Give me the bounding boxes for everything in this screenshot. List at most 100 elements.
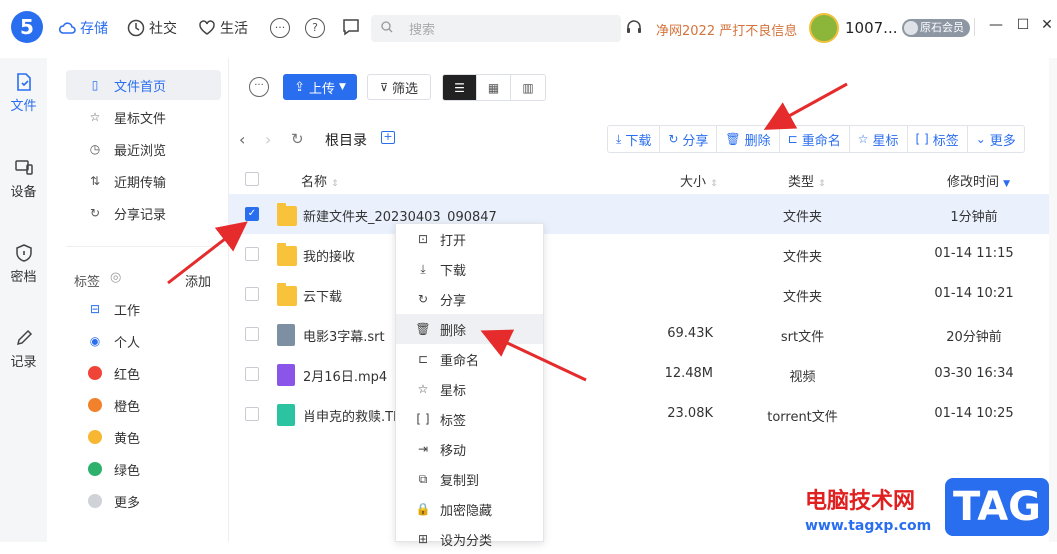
row-checkbox[interactable] bbox=[245, 247, 259, 261]
row-name[interactable]: 肖申克的救赎.Th bbox=[303, 406, 401, 425]
watermark-text: 电脑技术网 bbox=[805, 489, 916, 514]
menu-item-tag[interactable]: [ ] 标签 bbox=[396, 404, 543, 434]
more-options-icon[interactable]: ··· bbox=[249, 77, 269, 97]
sidebar-item-share[interactable]: ↻ 分享记录 bbox=[66, 198, 221, 228]
row-name[interactable]: 云下载 bbox=[303, 286, 342, 305]
action-label: 更多 bbox=[989, 133, 1016, 149]
context-menu: ⊡ 打开 ⤓ 下载 ↻ 分享 🗑 删除 ⊏ 重命名 ☆ 星标 [ ] 标签 ⇥ 移动 ⧉ 复制到 … bbox=[395, 223, 544, 549]
menu-item-copy[interactable]: ⧉ 复制到 bbox=[396, 464, 543, 494]
menu-label: 移动 bbox=[440, 443, 467, 459]
list-view-icon[interactable]: ☰ bbox=[443, 75, 477, 100]
tag-item-green[interactable]: 绿色 bbox=[66, 454, 221, 484]
filter-button[interactable]: ⊽ 筛选 bbox=[367, 74, 431, 100]
row-size: 69.43K bbox=[667, 326, 713, 341]
table-row[interactable]: ✓ 新建文件夹_20230403_090847 文件夹 1分钟前 bbox=[229, 194, 1057, 234]
row-name[interactable]: 我的接收 bbox=[303, 246, 355, 265]
menu-item-download[interactable]: ⤓ 下载 bbox=[396, 254, 543, 284]
sort-icon: ⇕ bbox=[818, 179, 826, 189]
column-view-icon[interactable]: ▥ bbox=[511, 75, 545, 100]
copy-icon: ⧉ bbox=[418, 471, 428, 486]
search-box[interactable]: 搜索 bbox=[371, 15, 621, 42]
action-more[interactable]: ⌄ 更多 bbox=[968, 126, 1024, 152]
row-checkbox[interactable]: ✓ bbox=[245, 207, 259, 221]
row-checkbox[interactable] bbox=[245, 327, 259, 341]
grid-view-icon[interactable]: ▦ bbox=[477, 75, 511, 100]
close-icon[interactable]: ✕ bbox=[1037, 17, 1057, 33]
table-row[interactable]: 云下载 文件夹 01-14 10:21 bbox=[229, 274, 1057, 314]
tag-item-personal[interactable]: ◉ 个人 bbox=[66, 326, 221, 356]
rail-item-vault[interactable]: 密档 bbox=[0, 243, 47, 285]
row-checkbox[interactable] bbox=[245, 287, 259, 301]
nav-storage[interactable]: 存储 bbox=[58, 18, 108, 38]
orange-dot-icon bbox=[88, 398, 102, 412]
row-name[interactable]: 2月16日.mp4 bbox=[303, 366, 387, 385]
tag-item-red[interactable]: 红色 bbox=[66, 358, 221, 388]
upload-button[interactable]: ⇪ 上传 ▼ bbox=[283, 74, 357, 100]
select-all-checkbox[interactable] bbox=[245, 172, 259, 186]
minimize-icon[interactable]: — bbox=[986, 17, 1006, 33]
help-icon[interactable]: ? bbox=[305, 18, 325, 38]
action-label: 分享 bbox=[682, 133, 709, 149]
action-tag[interactable]: [ ] 标签 bbox=[908, 126, 968, 152]
header-label: 类型 bbox=[788, 175, 815, 190]
header-type[interactable]: 类型 ⇕ bbox=[788, 171, 826, 190]
menu-item-delete[interactable]: 🗑 删除 bbox=[396, 314, 543, 344]
table-row[interactable]: 肖申克的救赎.Th 23.08K torrent文件 01-14 10:25 bbox=[229, 394, 1057, 434]
row-checkbox[interactable] bbox=[245, 367, 259, 381]
tag-item-orange[interactable]: 橙色 bbox=[66, 390, 221, 420]
table-row[interactable]: 电影3字幕.srt 69.43K srt文件 20分钟前 bbox=[229, 314, 1057, 354]
menu-item-encrypt[interactable]: 🔒 加密隐藏 bbox=[396, 494, 543, 524]
vip-badge[interactable]: 原石会员 bbox=[902, 19, 970, 37]
menu-item-rename[interactable]: ⊏ 重命名 bbox=[396, 344, 543, 374]
divider bbox=[66, 246, 226, 247]
scrollbar[interactable] bbox=[1049, 58, 1057, 542]
menu-item-open[interactable]: ⊡ 打开 bbox=[396, 224, 543, 254]
headset-icon[interactable] bbox=[625, 18, 643, 40]
new-folder-icon[interactable]: + bbox=[381, 131, 395, 144]
menu-item-star[interactable]: ☆ 星标 bbox=[396, 374, 543, 404]
header-size[interactable]: 大小 ⇕ bbox=[680, 171, 718, 190]
forward-icon[interactable]: › bbox=[265, 130, 271, 149]
table-row[interactable]: 我的接收 文件夹 01-14 11:15 bbox=[229, 234, 1057, 274]
username[interactable]: 1007... bbox=[845, 19, 897, 37]
nav-social[interactable]: 社交 bbox=[127, 18, 177, 38]
maximize-icon[interactable]: ☐ bbox=[1013, 17, 1033, 33]
back-icon[interactable]: ‹ bbox=[239, 130, 245, 149]
sidebar-item-recent[interactable]: ◷ 最近浏览 bbox=[66, 134, 221, 164]
sidebar: ▯ 文件首页 ☆ 星标文件 ◷ 最近浏览 ⇅ 近期传输 ↻ 分享记录 标签 ◎ … bbox=[54, 58, 229, 542]
row-checkbox[interactable] bbox=[245, 407, 259, 421]
more-icon[interactable]: ··· bbox=[270, 18, 290, 38]
sidebar-item-home[interactable]: ▯ 文件首页 bbox=[66, 70, 221, 100]
eye-icon[interactable]: ◎ bbox=[110, 270, 121, 285]
header-modified[interactable]: 修改时间 ▼ bbox=[947, 171, 1010, 190]
tag-item-more[interactable]: 更多 bbox=[66, 486, 221, 516]
avatar[interactable] bbox=[809, 13, 839, 43]
table-row[interactable]: 2月16日.mp4 12.48M 视频 03-30 16:34 bbox=[229, 354, 1057, 394]
row-name[interactable]: 电影3字幕.srt bbox=[303, 326, 385, 345]
message-icon[interactable] bbox=[341, 18, 361, 36]
action-rename[interactable]: ⊏ 重命名 bbox=[780, 126, 850, 152]
folder-icon bbox=[277, 203, 297, 226]
action-star[interactable]: ☆ 星标 bbox=[850, 126, 908, 152]
header-name[interactable]: 名称 ⇕ bbox=[301, 171, 339, 190]
notice-text[interactable]: 净网2022 严打不良信息 bbox=[656, 20, 797, 39]
menu-label: 星标 bbox=[440, 383, 467, 399]
app-logo[interactable]: 5 bbox=[11, 11, 43, 43]
rail-item-record[interactable]: 记录 bbox=[0, 328, 47, 370]
refresh-icon[interactable]: ↻ bbox=[291, 130, 304, 148]
sidebar-item-starred[interactable]: ☆ 星标文件 bbox=[66, 102, 221, 132]
nav-life[interactable]: 生活 bbox=[198, 18, 248, 38]
action-delete[interactable]: 🗑 删除 bbox=[717, 126, 780, 152]
menu-item-move[interactable]: ⇥ 移动 bbox=[396, 434, 543, 464]
rail-item-device[interactable]: 设备 bbox=[0, 158, 47, 200]
tag-item-work[interactable]: ⊟ 工作 bbox=[66, 294, 221, 324]
menu-item-share[interactable]: ↻ 分享 bbox=[396, 284, 543, 314]
rail-item-file[interactable]: 文件 bbox=[0, 72, 47, 114]
sidebar-item-transfer[interactable]: ⇅ 近期传输 bbox=[66, 166, 221, 196]
tags-add-button[interactable]: 添加 bbox=[185, 271, 211, 290]
action-share[interactable]: ↻ 分享 bbox=[660, 126, 718, 152]
menu-item-category[interactable]: ⊞ 设为分类 bbox=[396, 524, 543, 554]
action-download[interactable]: ⤓ 下载 bbox=[608, 126, 661, 152]
tag-item-yellow[interactable]: 黄色 bbox=[66, 422, 221, 452]
breadcrumb[interactable]: 根目录 bbox=[325, 130, 367, 150]
